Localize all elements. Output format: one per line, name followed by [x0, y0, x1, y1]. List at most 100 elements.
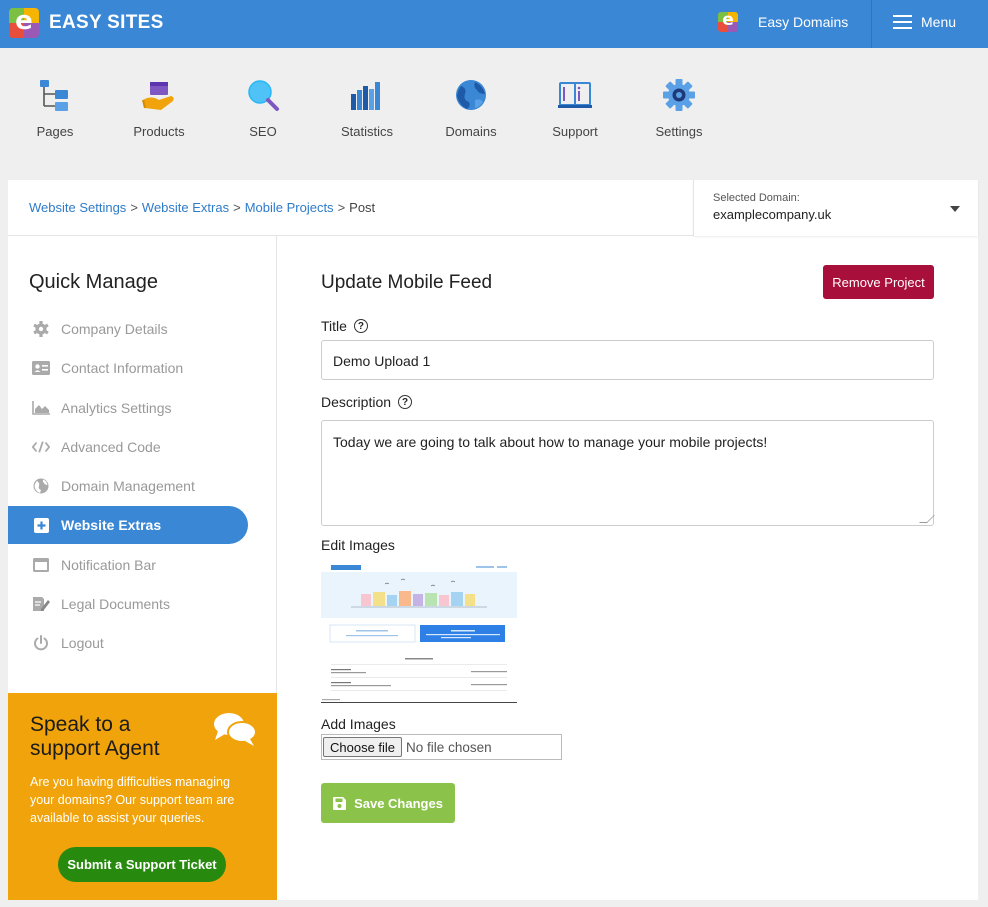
nav-pages-label: Pages — [36, 124, 74, 139]
breadcrumb-mobile-projects[interactable]: Mobile Projects — [245, 200, 334, 215]
globe-icon — [32, 477, 50, 495]
support-panel: Speak to a support Agent Are you having … — [8, 693, 277, 900]
plus-square-icon — [32, 516, 50, 534]
nav-pages[interactable]: Pages — [10, 78, 100, 139]
code-icon — [32, 438, 50, 456]
icon-navigation: Pages Products SEO Statistics Domains Su… — [0, 78, 988, 158]
topbar-divider — [871, 0, 872, 48]
breadcrumb-separator: > — [130, 200, 138, 215]
website-preview-image — [321, 562, 517, 702]
sidebar: Quick Manage Company Details Contact Inf… — [8, 236, 277, 900]
sidebar-item-label: Legal Documents — [61, 596, 170, 612]
products-icon — [142, 82, 174, 110]
sidebar-item-label: Company Details — [61, 321, 168, 337]
sidebar-item-analytics-settings[interactable]: Analytics Settings — [8, 389, 248, 427]
sidebar-item-label: Domain Management — [61, 478, 195, 494]
domain-select-label: Selected Domain: — [713, 192, 800, 204]
description-label-text: Description — [321, 394, 392, 410]
nav-settings-label: Settings — [655, 124, 703, 139]
resize-grip-icon[interactable] — [919, 515, 935, 523]
content-card: Website Settings > Website Extras > Mobile P… — [8, 180, 978, 900]
sidebar-item-contact-information[interactable]: Contact Information — [8, 349, 248, 387]
save-changes-button[interactable]: Save Changes — [321, 783, 455, 823]
floppy-disk-icon — [333, 796, 347, 810]
sidebar-item-legal-documents[interactable]: Legal Documents — [8, 585, 248, 623]
sidebar-item-label: Analytics Settings — [61, 400, 172, 416]
edit-images-label: Edit Images — [321, 537, 395, 553]
easy-domains-link[interactable]: e Easy Domains — [718, 12, 848, 32]
breadcrumb-website-extras[interactable]: Website Extras — [142, 200, 229, 215]
domain-select[interactable]: Selected Domain: examplecompany.uk — [693, 180, 978, 236]
gear-icon — [32, 320, 50, 338]
brand-logo-icon: e — [9, 8, 39, 38]
contact-card-icon — [32, 359, 50, 377]
sidebar-item-website-extras[interactable]: Website Extras — [8, 506, 248, 544]
nav-statistics-label: Statistics — [340, 124, 393, 139]
sidebar-item-notification-bar[interactable]: Notification Bar — [8, 546, 248, 584]
brand[interactable]: e EASY SITES — [9, 8, 164, 38]
top-bar: e EASY SITES e Easy Domains Menu — [0, 0, 988, 48]
support-title: Speak to a support Agent — [30, 713, 160, 760]
nav-products-label: Products — [133, 124, 185, 139]
title-label: Title ? — [321, 318, 368, 334]
sidebar-item-label: Website Extras — [61, 517, 162, 533]
pages-icon — [40, 80, 68, 111]
no-file-chosen-text: No file chosen — [406, 739, 492, 755]
breadcrumb-bar: Website Settings > Website Extras > Mobile P… — [8, 180, 978, 236]
domains-icon — [456, 80, 486, 110]
description-textarea[interactable]: Today we are going to talk about how to … — [321, 420, 935, 526]
nav-statistics[interactable]: Statistics — [322, 78, 412, 139]
caret-down-icon — [950, 206, 960, 212]
seo-icon — [248, 80, 279, 111]
domain-select-value: examplecompany.uk — [713, 207, 832, 222]
hamburger-icon — [893, 15, 912, 29]
sidebar-item-label: Logout — [61, 635, 104, 651]
statistics-icon — [351, 82, 380, 110]
quick-manage-title: Quick Manage — [29, 271, 158, 293]
breadcrumb: Website Settings > Website Extras > Mobile P… — [29, 200, 375, 215]
title-input[interactable]: Demo Upload 1 — [321, 340, 934, 380]
area-chart-icon — [32, 399, 50, 417]
page-title: Update Mobile Feed — [321, 272, 493, 293]
nav-support-label: Support — [552, 124, 598, 139]
choose-file-button[interactable]: Choose file — [323, 737, 403, 757]
save-changes-label: Save Changes — [354, 795, 443, 811]
submit-support-ticket-button[interactable]: Submit a Support Ticket — [58, 847, 226, 882]
sidebar-item-logout[interactable]: Logout — [8, 624, 248, 662]
nav-support[interactable]: Support — [530, 78, 620, 139]
sidebar-item-company-details[interactable]: Company Details — [8, 310, 248, 348]
easy-domains-label: Easy Domains — [758, 14, 849, 30]
nav-settings[interactable]: Settings — [634, 78, 724, 139]
support-text: Are you having difficulties managing you… — [30, 775, 235, 825]
breadcrumb-separator: > — [233, 200, 241, 215]
sidebar-item-label: Contact Information — [61, 360, 184, 376]
sidebar-item-advanced-code[interactable]: Advanced Code — [8, 428, 248, 466]
file-input[interactable]: Choose file No file chosen — [321, 734, 562, 760]
breadcrumb-website-settings[interactable]: Website Settings — [29, 200, 126, 215]
uploaded-image-thumbnail[interactable] — [321, 562, 517, 703]
help-icon[interactable]: ? — [398, 395, 413, 409]
chat-bubbles-icon — [214, 713, 257, 746]
nav-domains-label: Domains — [445, 124, 497, 139]
sidebar-item-domain-management[interactable]: Domain Management — [8, 467, 248, 505]
nav-seo-label: SEO — [249, 124, 277, 139]
sidebar-item-label: Notification Bar — [61, 557, 156, 573]
breadcrumb-current: Post — [349, 200, 376, 215]
window-icon — [32, 556, 50, 574]
add-images-label: Add Images — [321, 716, 396, 732]
nav-domains[interactable]: Domains — [426, 78, 516, 139]
nav-products[interactable]: Products — [114, 78, 204, 139]
easy-domains-logo-icon: e — [718, 12, 738, 32]
menu-button[interactable]: Menu — [893, 14, 956, 30]
menu-label: Menu — [921, 14, 957, 30]
description-value: Today we are going to talk about how to … — [333, 434, 768, 450]
remove-project-button[interactable]: Remove Project — [823, 265, 934, 299]
breadcrumb-separator: > — [337, 200, 346, 215]
settings-icon — [663, 79, 695, 111]
nav-seo[interactable]: SEO — [218, 78, 308, 139]
sidebar-item-label: Advanced Code — [61, 439, 161, 455]
brand-name: EASY SITES — [49, 12, 164, 33]
support-icon — [558, 82, 592, 108]
help-icon[interactable]: ? — [353, 319, 368, 333]
description-label: Description ? — [321, 394, 413, 410]
